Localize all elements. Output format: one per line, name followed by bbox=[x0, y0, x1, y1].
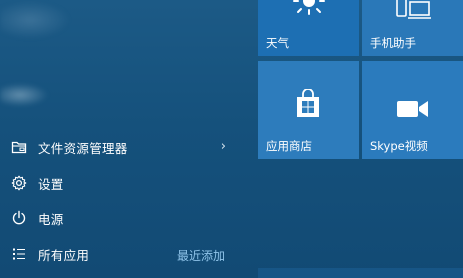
tile-label: 手机助手 bbox=[370, 36, 416, 50]
store-bag-icon bbox=[294, 88, 322, 123]
video-camera-icon bbox=[396, 99, 430, 123]
menu-item-label: 设置 bbox=[38, 176, 64, 192]
power-icon bbox=[10, 209, 28, 227]
tile-label: 天气 bbox=[266, 36, 289, 50]
weather-sun-icon bbox=[293, 0, 325, 24]
menu-item-power[interactable]: 电源 bbox=[0, 201, 240, 235]
menu-item-label: 文件资源管理器 bbox=[38, 140, 128, 156]
tile-skype-video[interactable]: Skype视频 bbox=[362, 61, 463, 159]
tile-phone-companion[interactable]: 手机助手 bbox=[362, 0, 463, 56]
menu-item-settings[interactable]: 设置 bbox=[0, 166, 240, 200]
settings-gear-icon bbox=[10, 174, 28, 192]
tile-label: Skype视频 bbox=[370, 139, 428, 153]
blurred-user-area bbox=[0, 0, 250, 125]
menu-item-label: 电源 bbox=[38, 211, 64, 227]
all-apps-list-icon bbox=[10, 245, 28, 263]
menu-item-file-explorer[interactable]: 文件资源管理器 › bbox=[0, 130, 240, 164]
start-menu: 文件资源管理器 › 设置 电源 所有应用 最近添加 天气 手机助手 应用商店 S… bbox=[0, 0, 463, 278]
chevron-right-icon[interactable]: › bbox=[221, 139, 226, 154]
tile-label: 应用商店 bbox=[266, 139, 312, 153]
tile-weather[interactable]: 天气 bbox=[258, 0, 359, 56]
tile-store[interactable]: 应用商店 bbox=[258, 61, 359, 159]
recently-added-label[interactable]: 最近添加 bbox=[177, 247, 225, 264]
phone-companion-icon bbox=[394, 0, 434, 24]
tile-row-edge bbox=[258, 268, 463, 278]
menu-item-label: 所有应用 bbox=[38, 247, 90, 263]
file-explorer-icon bbox=[10, 138, 28, 156]
